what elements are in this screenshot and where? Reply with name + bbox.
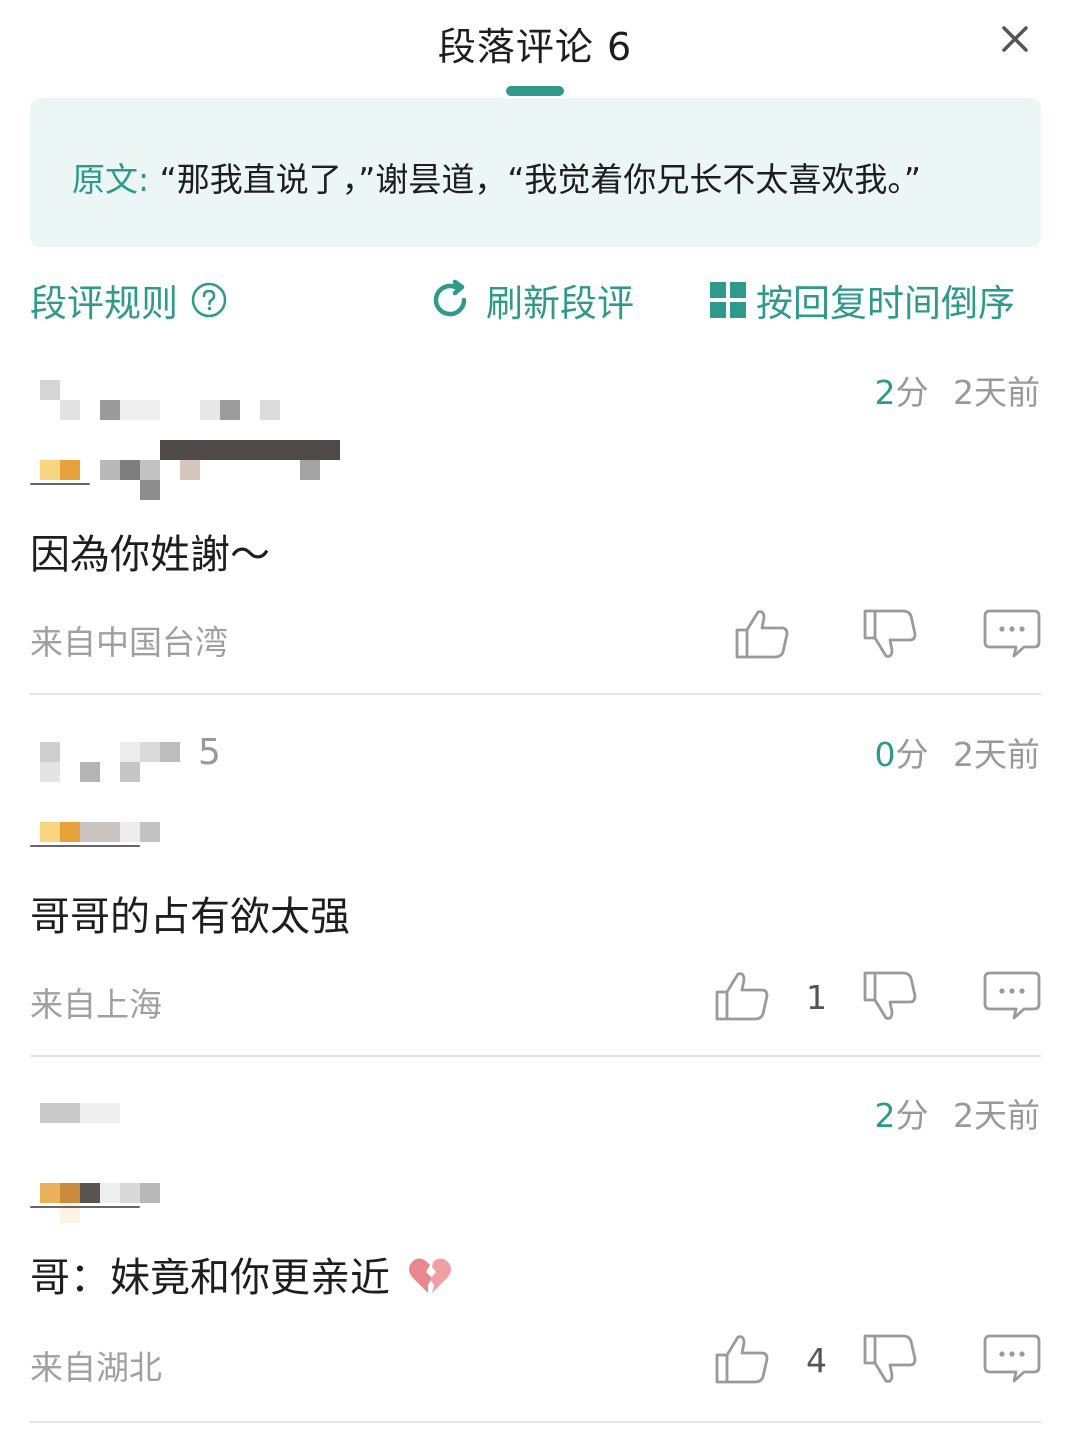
close-icon (1002, 26, 1028, 52)
original-text: 原文: “那我直说了，”谢昙道，“我觉着你兄长不太喜欢我。” (72, 153, 921, 201)
score-value: 2 (874, 1096, 896, 1135)
divider (30, 1421, 1041, 1423)
thumbs-up-icon (715, 1335, 769, 1384)
like-count: 4 (806, 1341, 827, 1380)
rules-link[interactable]: 段评规则 (30, 272, 228, 328)
dislike-button[interactable] (862, 970, 918, 1026)
original-text-box: 原文: “那我直说了，”谢昙道，“我觉着你兄长不太喜欢我。” (30, 98, 1041, 247)
title-indicator (506, 86, 564, 96)
comment-location: 来自湖北 (30, 1348, 162, 1387)
refresh-button[interactable]: 刷新段评 (428, 272, 634, 328)
close-button[interactable] (990, 14, 1040, 64)
thumbs-up-icon (715, 972, 769, 1021)
comment-text: 因為你姓謝～ (30, 532, 270, 578)
comment-bubble-icon (983, 1334, 1041, 1383)
original-label: 原文: (72, 160, 150, 199)
user-level: 5 (198, 732, 221, 773)
comment-item: 5 0分 2天前 哥哥的占有欲太强 来自上海 1 (0, 722, 1070, 1057)
comment-toolbar: 段评规则 刷新段评 按回复时间倒序 (0, 272, 1070, 328)
comment-location: 来自中国台湾 (30, 623, 228, 662)
comment-meta: 2分 2天前 (875, 1089, 1041, 1137)
refresh-icon (433, 279, 467, 317)
grid-sort-icon (710, 282, 746, 318)
sort-button[interactable]: 按回复时间倒序 (710, 272, 1015, 328)
divider (30, 693, 1041, 695)
sort-label: 按回复时间倒序 (756, 282, 1015, 325)
score-value: 2 (874, 373, 896, 412)
comment-text-row: 哥：妹竟和你更亲近 (30, 1245, 453, 1303)
user-info-pixelated[interactable] (30, 370, 360, 500)
comment-time: 2天前 (953, 1096, 1040, 1135)
comment-item: 2分 2天前 哥：妹竟和你更亲近 来自湖北 4 (0, 1083, 1070, 1428)
like-button[interactable] (714, 1333, 770, 1389)
comment-bubble-icon (983, 609, 1041, 658)
comment-meta: 2分 2天前 (875, 366, 1041, 414)
score-unit: 分 (895, 1096, 929, 1135)
score-unit: 分 (895, 373, 929, 412)
thumbs-down-icon (863, 1334, 917, 1383)
comment-location: 来自上海 (30, 985, 162, 1024)
user-info-pixelated[interactable] (30, 1093, 360, 1223)
thumbs-up-icon (735, 610, 789, 659)
help-circle-icon (191, 282, 227, 318)
dislike-button[interactable] (862, 608, 918, 664)
rules-label: 段评规则 (30, 282, 178, 325)
panel-header: 段落评论 6 (0, 0, 1070, 100)
dislike-button[interactable] (862, 1333, 918, 1389)
comment-item: 2分 2天前 因為你姓謝～ 来自中国台湾 (0, 360, 1070, 695)
original-quote: “那我直说了，”谢昙道，“我觉着你兄长不太喜欢我。” (159, 160, 922, 199)
divider (30, 1055, 1041, 1057)
thumbs-down-icon (863, 971, 917, 1020)
score-value: 0 (874, 735, 896, 774)
comment-meta: 0分 2天前 (875, 728, 1041, 776)
like-button[interactable] (714, 970, 770, 1026)
reply-button[interactable] (982, 608, 1042, 664)
refresh-label: 刷新段评 (486, 282, 634, 325)
like-count: 1 (806, 978, 827, 1017)
comment-time: 2天前 (953, 373, 1040, 412)
comment-time: 2天前 (953, 735, 1040, 774)
score-unit: 分 (895, 735, 929, 774)
comment-bubble-icon (983, 971, 1041, 1020)
comment-text: 哥：妹竟和你更亲近 (30, 1255, 390, 1301)
broken-heart-emoji (408, 1258, 451, 1293)
comment-text: 哥哥的占有欲太强 (30, 894, 350, 940)
thumbs-down-icon (863, 609, 917, 658)
reply-button[interactable] (982, 1333, 1042, 1389)
panel-title: 段落评论 6 (437, 25, 633, 69)
like-button[interactable] (734, 608, 790, 664)
reply-button[interactable] (982, 970, 1042, 1026)
user-info-pixelated[interactable] (30, 732, 360, 862)
